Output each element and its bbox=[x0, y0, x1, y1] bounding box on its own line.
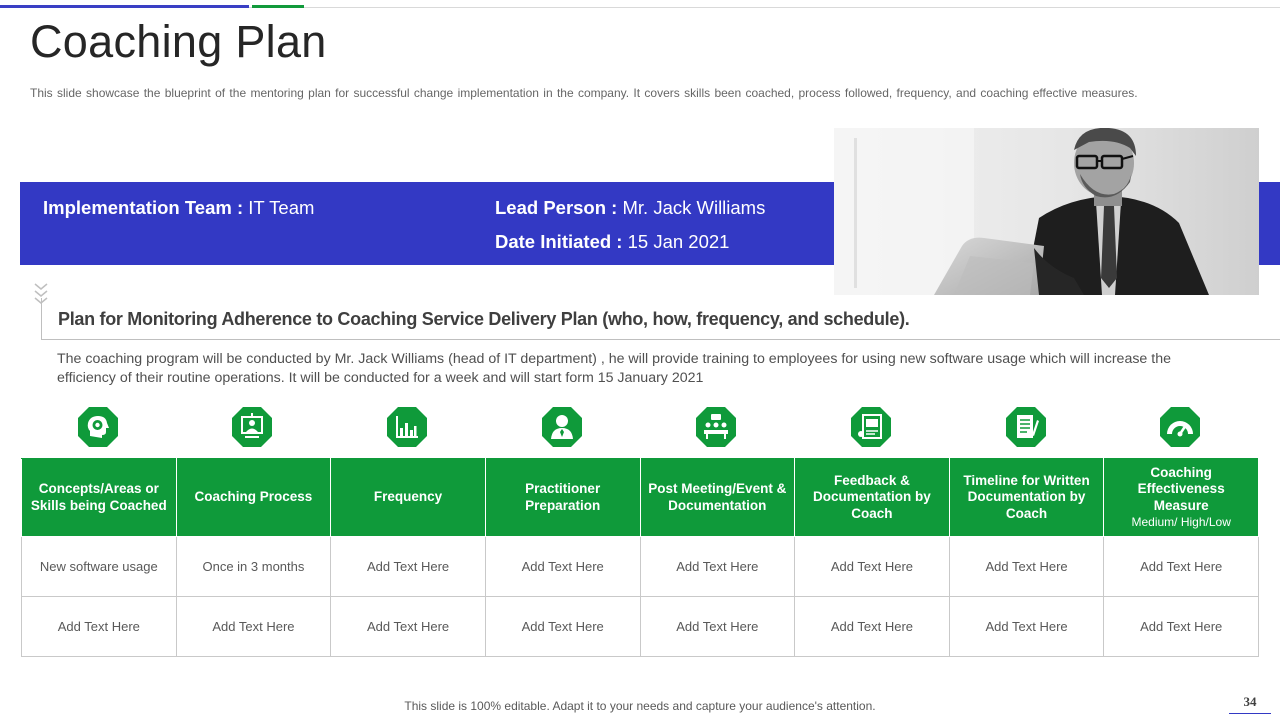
column-icons-row bbox=[21, 406, 1259, 450]
table-cell[interactable]: Add Text Here bbox=[639, 596, 796, 657]
document-pen-icon bbox=[1006, 407, 1046, 447]
table-cell[interactable]: Add Text Here bbox=[948, 536, 1105, 597]
header-coaching-process: Coaching Process bbox=[175, 458, 332, 537]
header-timeline: Timeline for Written Documentation by Co… bbox=[948, 458, 1105, 537]
lead-person-value: Mr. Jack Williams bbox=[622, 197, 766, 218]
table-cell[interactable]: Add Text Here bbox=[330, 536, 486, 597]
header-frequency: Frequency bbox=[330, 458, 486, 537]
implementation-team-value: IT Team bbox=[248, 197, 315, 218]
lead-person-label: Lead Person : bbox=[495, 197, 623, 218]
section-title: Plan for Monitoring Adherence to Coachin… bbox=[58, 309, 910, 329]
speedometer-icon bbox=[1160, 407, 1200, 447]
date-initiated-value: 15 Jan 2021 bbox=[627, 231, 730, 252]
header-concepts: Concepts/Areas or Skills being Coached bbox=[21, 458, 177, 537]
top-accent-green bbox=[252, 5, 304, 8]
lead-person: Lead Person : Mr. Jack Williams bbox=[495, 197, 765, 219]
section-description: The coaching program will be conducted b… bbox=[57, 351, 1171, 386]
top-accent-blue bbox=[0, 5, 249, 8]
section-header-box: Plan for Monitoring Adherence to Coachin… bbox=[41, 298, 1280, 340]
gear-head-icon bbox=[78, 407, 118, 447]
header-effectiveness-note: Medium/ High/Low bbox=[1131, 515, 1231, 530]
table-header-row: Concepts/Areas or Skills being Coached C… bbox=[21, 458, 1259, 537]
table-cell[interactable]: Add Text Here bbox=[794, 536, 950, 597]
person-tie-icon bbox=[542, 407, 582, 447]
table-cell[interactable]: Add Text Here bbox=[948, 596, 1105, 657]
table-row: Add Text Here Add Text Here Add Text Her… bbox=[21, 596, 1259, 657]
header-practitioner-preparation: Practitioner Preparation bbox=[484, 458, 641, 537]
table-cell[interactable]: Add Text Here bbox=[639, 536, 796, 597]
table-cell[interactable]: New software usage bbox=[21, 536, 177, 597]
table-cell[interactable]: Add Text Here bbox=[1103, 536, 1259, 597]
table-cell[interactable]: Add Text Here bbox=[330, 596, 486, 657]
header-post-meeting: Post Meeting/Event & Documentation bbox=[639, 458, 796, 537]
table-cell[interactable]: Add Text Here bbox=[175, 596, 332, 657]
presentation-board-icon bbox=[232, 407, 272, 447]
slide-title: Coaching Plan bbox=[30, 16, 327, 67]
slide-subtitle: This slide showcase the blueprint of the… bbox=[30, 86, 1138, 100]
table-cell[interactable]: Once in 3 months bbox=[175, 536, 332, 597]
table-row: New software usage Once in 3 months Add … bbox=[21, 536, 1259, 597]
bar-chart-icon bbox=[387, 407, 427, 447]
header-effectiveness: Coaching Effectiveness Measure Medium/ H… bbox=[1103, 458, 1259, 537]
footer-note: This slide is 100% editable. Adapt it to… bbox=[404, 699, 876, 713]
coaching-plan-table: Concepts/Areas or Skills being Coached C… bbox=[21, 458, 1259, 657]
feedback-document-icon bbox=[851, 407, 891, 447]
table-cell[interactable]: Add Text Here bbox=[21, 596, 177, 657]
meeting-icon bbox=[696, 407, 736, 447]
implementation-team: Implementation Team : IT Team bbox=[43, 197, 314, 219]
header-effectiveness-label: Coaching Effectiveness Measure bbox=[1137, 464, 1225, 513]
page-number: 34 bbox=[1229, 692, 1271, 714]
date-initiated-label: Date Initiated : bbox=[495, 231, 628, 252]
table-cell[interactable]: Add Text Here bbox=[794, 596, 950, 657]
header-feedback: Feedback & Documentation by Coach bbox=[794, 458, 950, 537]
date-initiated: Date Initiated : 15 Jan 2021 bbox=[495, 231, 729, 253]
implementation-team-label: Implementation Team : bbox=[43, 197, 249, 218]
table-cell[interactable]: Add Text Here bbox=[484, 536, 641, 597]
businessman-photo bbox=[834, 128, 1259, 295]
table-cell[interactable]: Add Text Here bbox=[484, 596, 641, 657]
table-cell[interactable]: Add Text Here bbox=[1103, 596, 1259, 657]
